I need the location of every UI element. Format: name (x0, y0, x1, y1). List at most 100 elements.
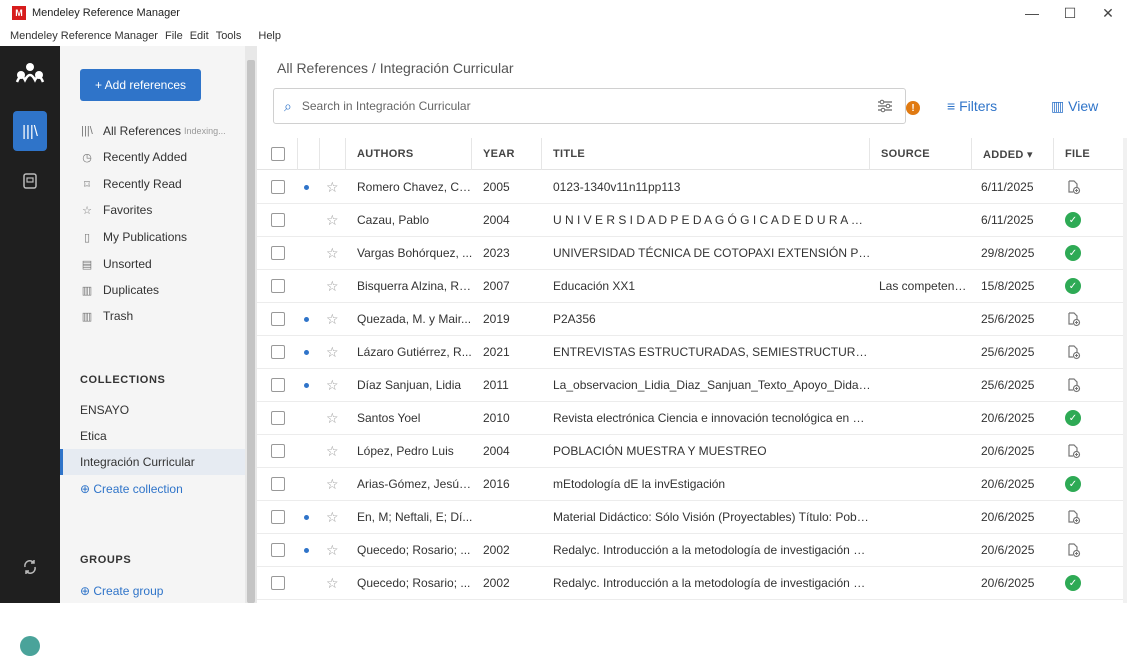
add-references-button[interactable]: + Add references (80, 69, 201, 101)
sliders-icon[interactable] (877, 98, 893, 114)
table-row[interactable]: ☆ Quecedo; Rosario; ... 2002 Redalyc. Intro… (257, 567, 1127, 600)
star-icon[interactable]: ☆ (326, 278, 339, 295)
add-file-icon[interactable] (1065, 344, 1081, 360)
file-available-icon[interactable]: ✓ (1065, 410, 1081, 426)
star-icon[interactable]: ☆ (326, 245, 339, 262)
file-available-icon[interactable]: ✓ (1065, 278, 1081, 294)
header-file[interactable]: FILE (1065, 148, 1090, 160)
search-input[interactable]: Search in Integración Curricular (302, 99, 471, 113)
create-collection-link[interactable]: ⊕ Create collection (80, 482, 183, 496)
sync-icon[interactable] (22, 559, 38, 575)
table-row[interactable]: ☆ Romero Chavez, Cri... 2005 0123-1340v11n1… (257, 171, 1127, 204)
sidebar-item-recently-read[interactable]: ⌑ Recently Read (80, 173, 182, 195)
star-icon[interactable]: ☆ (326, 443, 339, 460)
minimize-button[interactable]: — (1013, 0, 1051, 26)
row-checkbox[interactable] (271, 378, 285, 392)
star-icon[interactable]: ☆ (326, 575, 339, 592)
maximize-button[interactable]: ☐ (1051, 0, 1089, 26)
create-group-link[interactable]: ⊕ Create group (80, 584, 163, 598)
add-file-icon[interactable] (1065, 509, 1081, 525)
header-authors[interactable]: AUTHORS (357, 148, 414, 160)
header-added[interactable]: ADDED ▾ (983, 148, 1033, 161)
table-header: AUTHORS YEAR TITLE SOURCE ADDED ▾ FILE (257, 138, 1127, 170)
select-all-checkbox[interactable] (271, 147, 285, 161)
add-file-icon[interactable] (1065, 542, 1081, 558)
view-button[interactable]: ▥ View (1051, 98, 1098, 115)
star-icon[interactable]: ☆ (326, 476, 339, 493)
collection-item[interactable]: ENSAYO (60, 397, 245, 423)
star-icon[interactable]: ☆ (326, 377, 339, 394)
table-row[interactable]: ☆ Santos Yoel 2010 Revista electrónica Cien… (257, 402, 1127, 435)
header-source[interactable]: SOURCE (881, 148, 930, 160)
header-year[interactable]: YEAR (483, 148, 515, 160)
row-checkbox[interactable] (271, 444, 285, 458)
collection-item-active[interactable]: Integración Curricular (60, 449, 245, 475)
column-divider (319, 138, 320, 170)
table-row[interactable]: ☆ En, M; Neftali, E; Dí... Material Didáct… (257, 501, 1127, 534)
row-checkbox[interactable] (271, 510, 285, 524)
row-checkbox[interactable] (271, 411, 285, 425)
menu-edit[interactable]: Edit (190, 30, 209, 42)
avatar[interactable] (20, 636, 40, 656)
row-checkbox[interactable] (271, 345, 285, 359)
star-icon[interactable]: ☆ (326, 179, 339, 196)
column-divider (297, 138, 298, 170)
add-file-icon[interactable] (1065, 311, 1081, 327)
scrollbar-thumb[interactable] (247, 60, 255, 603)
header-title[interactable]: TITLE (553, 148, 585, 160)
star-icon[interactable]: ☆ (326, 311, 339, 328)
notebook-icon[interactable] (22, 173, 38, 189)
sidebar-item-recently-added[interactable]: ◷ Recently Added (80, 146, 187, 168)
table-row[interactable]: ☆ Bisquerra Alzina, Ra... 2007 Educación XX… (257, 270, 1127, 303)
cell-authors: Lázaro Gutiérrez, R... (357, 345, 472, 359)
row-checkbox[interactable] (271, 279, 285, 293)
table-row[interactable]: ☆ Quezada, M. y Mair... 2019 P2A356 25/6/202… (257, 303, 1127, 336)
warning-icon[interactable]: ! (906, 101, 920, 115)
row-checkbox[interactable] (271, 246, 285, 260)
add-file-icon[interactable] (1065, 377, 1081, 393)
table-row[interactable]: ☆ Díaz Sanjuan, Lidia 2011 La_observacion_L… (257, 369, 1127, 402)
row-checkbox[interactable] (271, 576, 285, 590)
cell-year: 2004 (483, 213, 510, 227)
close-button[interactable]: ✕ (1089, 0, 1127, 26)
sidebar-item-favorites[interactable]: ☆ Favorites (80, 199, 152, 221)
search-bar[interactable]: ⌕ Search in Integración Curricular (273, 88, 906, 124)
star-icon[interactable]: ☆ (326, 542, 339, 559)
sidebar-item-all-references[interactable]: |||\ All References Indexing... (80, 120, 225, 142)
add-file-icon[interactable] (1065, 443, 1081, 459)
table-row[interactable]: ☆ Lázaro Gutiérrez, R... 2021 ENTREVISTAS E… (257, 336, 1127, 369)
star-icon[interactable]: ☆ (326, 344, 339, 361)
sidebar-item-trash[interactable]: ▥ Trash (80, 305, 133, 327)
row-checkbox[interactable] (271, 477, 285, 491)
menu-app[interactable]: Mendeley Reference Manager (10, 30, 158, 42)
menu-file[interactable]: File (165, 30, 183, 42)
row-checkbox[interactable] (271, 213, 285, 227)
table-row[interactable]: ☆ Arias-Gómez, Jesús... 2016 mEtodología dE… (257, 468, 1127, 501)
row-checkbox[interactable] (271, 543, 285, 557)
sidebar-scrollbar[interactable] (245, 46, 257, 603)
row-checkbox[interactable] (271, 180, 285, 194)
add-file-icon[interactable] (1065, 179, 1081, 195)
table-row[interactable]: ☆ Quecedo; Rosario; ... 2002 Redalyc. Intro… (257, 534, 1127, 567)
table-row[interactable]: ☆ Vargas Bohórquez, ... 2023 UNIVERSIDAD TÉ… (257, 237, 1127, 270)
sidebar-item-my-publications[interactable]: ▯ My Publications (80, 226, 187, 248)
file-available-icon[interactable]: ✓ (1065, 212, 1081, 228)
column-divider (971, 138, 972, 170)
star-icon[interactable]: ☆ (326, 410, 339, 427)
table-row[interactable]: ☆ López, Pedro Luis 2004 POBLACIÓN MUESTRA … (257, 435, 1127, 468)
library-icon[interactable]: |||\ (13, 111, 47, 151)
menu-tools[interactable]: Tools (216, 30, 242, 42)
menu-help[interactable]: Help (258, 30, 281, 42)
star-icon[interactable]: ☆ (326, 212, 339, 229)
file-available-icon[interactable]: ✓ (1065, 575, 1081, 591)
star-icon[interactable]: ☆ (326, 509, 339, 526)
sidebar-item-duplicates[interactable]: ▥ Duplicates (80, 279, 159, 301)
collection-item[interactable]: Etica (60, 423, 245, 449)
file-available-icon[interactable]: ✓ (1065, 245, 1081, 261)
table-row[interactable]: ☆ Cazau, Pablo 2004 U N I V E R S I D A D P… (257, 204, 1127, 237)
filters-button[interactable]: ≡ Filters (947, 98, 997, 114)
file-available-icon[interactable]: ✓ (1065, 476, 1081, 492)
row-checkbox[interactable] (271, 312, 285, 326)
sidebar-item-unsorted[interactable]: ▤ Unsorted (80, 253, 152, 275)
table-scrollbar[interactable] (1123, 138, 1127, 603)
